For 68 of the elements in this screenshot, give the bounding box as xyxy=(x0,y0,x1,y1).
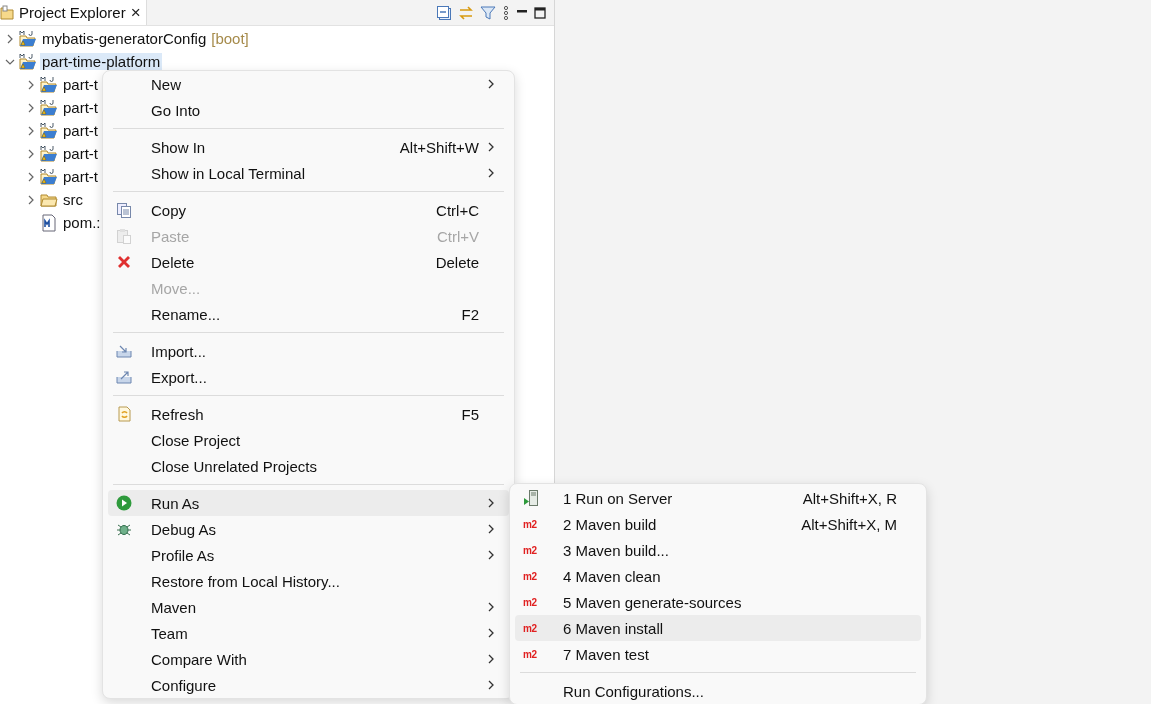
tree-item-tag: [boot] xyxy=(211,30,249,47)
menu-item[interactable]: Debug As xyxy=(108,516,509,542)
filter-icon[interactable] xyxy=(480,4,496,21)
menu-item[interactable]: Refresh F5 xyxy=(108,401,509,427)
run-icon xyxy=(116,495,132,511)
menu-item[interactable]: m2 5 Maven generate-sources xyxy=(515,589,921,615)
tree-item[interactable]: mybatis-generatorConfig xyxy=(40,30,209,47)
collapse-all-icon[interactable] xyxy=(436,4,452,21)
menu-item[interactable]: Run As xyxy=(108,490,509,516)
maven-icon: m2 xyxy=(523,544,537,556)
tab-title: Project Explorer xyxy=(19,4,126,21)
menu-item[interactable]: Compare With xyxy=(108,646,509,672)
menu-item[interactable]: Show In Alt+Shift+W xyxy=(108,134,509,160)
import-icon xyxy=(116,343,132,359)
copy-icon xyxy=(116,202,132,218)
tree-item[interactable]: pom.: xyxy=(61,214,103,231)
explorer-tab[interactable]: Project Explorer × xyxy=(0,0,147,25)
tree-item[interactable]: part-time-platform xyxy=(40,53,163,70)
tree-item[interactable]: part-t xyxy=(61,145,100,162)
menu-item[interactable]: Profile As xyxy=(108,542,509,568)
menu-item[interactable]: m2 4 Maven clean xyxy=(515,563,921,589)
tree-item[interactable]: part-t xyxy=(61,99,100,116)
menu-item[interactable]: m2 3 Maven build... xyxy=(515,537,921,563)
file-icon xyxy=(40,213,58,232)
folder-icon xyxy=(0,4,16,21)
menu-item[interactable]: Maven xyxy=(108,594,509,620)
tree-item[interactable]: part-t xyxy=(61,76,100,93)
project-icon xyxy=(19,29,37,48)
menu-item[interactable]: Run Configurations... xyxy=(515,678,921,704)
project-icon xyxy=(40,75,58,94)
project-icon xyxy=(19,52,37,71)
export-icon xyxy=(116,369,132,385)
maven-icon: m2 xyxy=(523,518,537,530)
menu-item[interactable]: Restore from Local History... xyxy=(108,568,509,594)
tree-item[interactable]: part-t xyxy=(61,122,100,139)
menu-item[interactable]: Export... xyxy=(108,364,509,390)
delete-icon xyxy=(116,254,132,270)
menu-item[interactable]: Close Unrelated Projects xyxy=(108,453,509,479)
tree-item[interactable]: src xyxy=(61,191,85,208)
project-icon xyxy=(40,98,58,117)
menu-item[interactable]: Delete Delete xyxy=(108,249,509,275)
refresh-icon xyxy=(116,406,132,422)
project-icon xyxy=(40,121,58,140)
menu-item[interactable]: m2 6 Maven install xyxy=(515,615,921,641)
maven-icon: m2 xyxy=(523,570,537,582)
menu-item[interactable]: Team xyxy=(108,620,509,646)
menu-item[interactable]: New xyxy=(108,71,509,97)
menu-item[interactable]: Close Project xyxy=(108,427,509,453)
server-icon xyxy=(523,490,539,506)
menu-item[interactable]: 1 Run on Server Alt+Shift+X, R xyxy=(515,485,921,511)
maven-icon: m2 xyxy=(523,622,537,634)
project-icon xyxy=(40,144,58,163)
more-icon[interactable] xyxy=(502,4,510,21)
tree-item[interactable]: part-t xyxy=(61,168,100,185)
close-button[interactable]: × xyxy=(128,2,143,23)
menu-item[interactable]: Copy Ctrl+C xyxy=(108,197,509,223)
menu-item[interactable]: Rename... F2 xyxy=(108,301,509,327)
maven-icon: m2 xyxy=(523,596,537,608)
maven-icon: m2 xyxy=(523,648,537,660)
menu-item[interactable]: m2 7 Maven test xyxy=(515,641,921,667)
project-icon xyxy=(40,167,58,186)
clipboard-icon xyxy=(116,228,132,244)
menu-item[interactable]: Show in Local Terminal xyxy=(108,160,509,186)
maximize-icon[interactable] xyxy=(534,6,546,19)
menu-item[interactable]: Configure xyxy=(108,672,509,698)
menu-item[interactable]: Import... xyxy=(108,338,509,364)
menu-item[interactable]: Go Into xyxy=(108,97,509,123)
menu-item[interactable]: m2 2 Maven build Alt+Shift+X, M xyxy=(515,511,921,537)
